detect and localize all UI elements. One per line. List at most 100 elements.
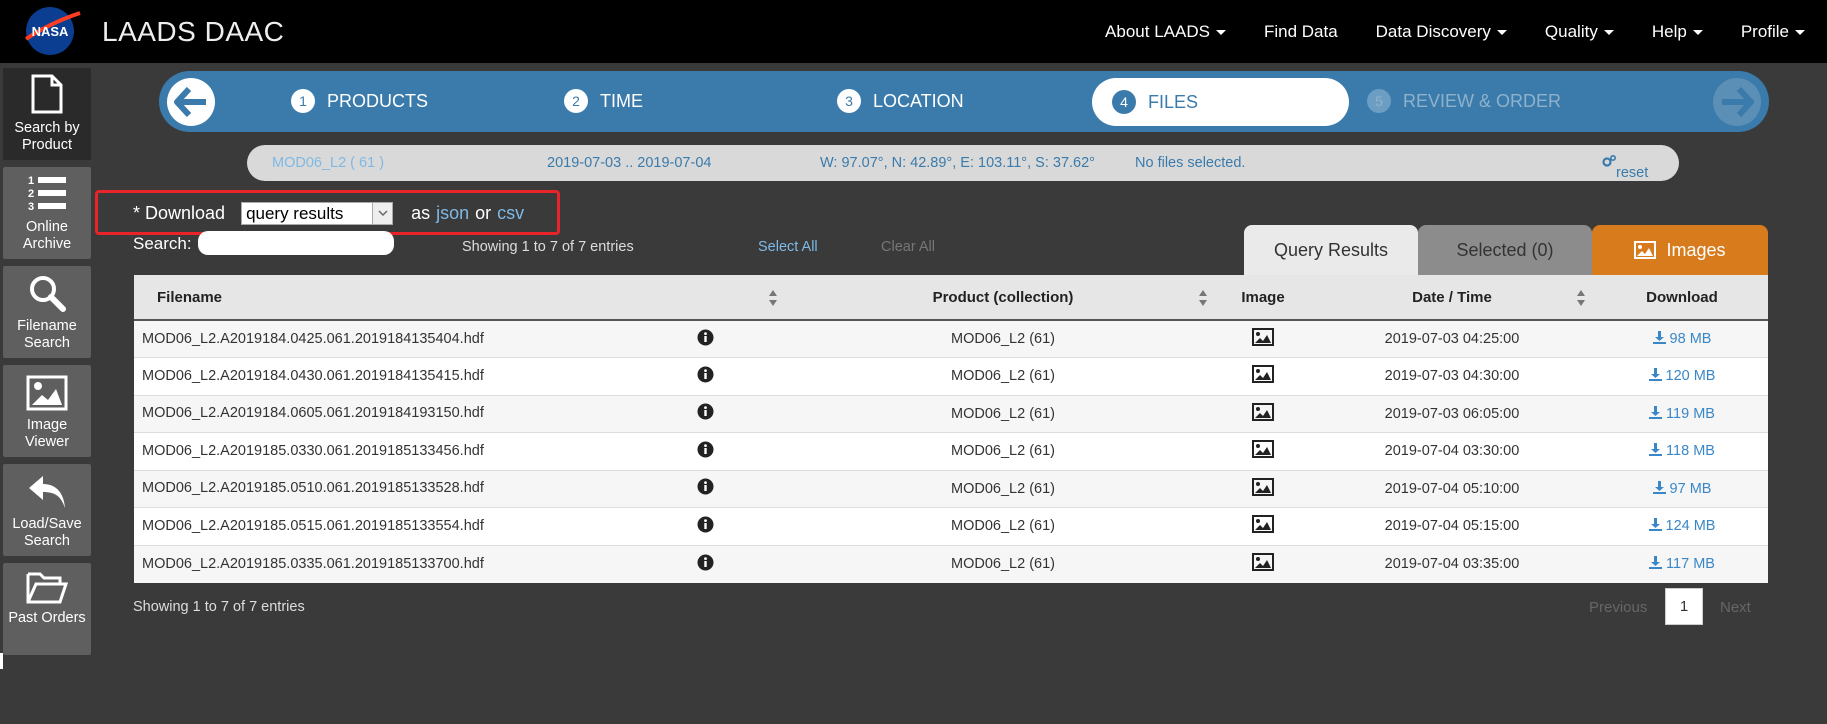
- sidebar-item-filename-search[interactable]: Filename Search: [3, 266, 91, 358]
- filename-cell: MOD06_L2.A2019184.0605.061.2019184193150…: [134, 394, 788, 433]
- nav-profile[interactable]: Profile: [1741, 22, 1805, 42]
- info-icon[interactable]: [697, 366, 714, 387]
- image-preview-icon[interactable]: [1252, 402, 1274, 425]
- info-icon[interactable]: [697, 403, 714, 424]
- app-title[interactable]: LAADS DAAC: [102, 16, 284, 48]
- tab-images-label: Images: [1666, 239, 1726, 260]
- sidebar-item-load-save-search[interactable]: Load/Save Search: [3, 464, 91, 556]
- product-cell: MOD06_L2 (61): [788, 507, 1218, 545]
- image-cell: [1218, 507, 1308, 545]
- json-link[interactable]: json: [436, 203, 469, 224]
- image-cell: [1218, 319, 1308, 358]
- results-table: Filename Product (collection) Image Date…: [134, 275, 1768, 583]
- caret-down-icon: [1496, 29, 1507, 35]
- nav-quality[interactable]: Quality: [1545, 22, 1614, 42]
- csv-link[interactable]: csv: [497, 203, 524, 224]
- image-preview-icon[interactable]: [1252, 440, 1274, 462]
- search-summary-bar: MOD06_L2 ( 61 ) 2019-07-03 .. 2019-07-04…: [247, 145, 1679, 181]
- datetime-cell: 2019-07-04 03:30:00: [1308, 432, 1596, 470]
- table-row[interactable]: MOD06_L2.A2019185.0510.061.2019185133528…: [134, 469, 1768, 508]
- info-icon[interactable]: [697, 478, 714, 499]
- image-preview-icon[interactable]: [1252, 553, 1274, 575]
- download-link[interactable]: 120 MB: [1596, 357, 1768, 395]
- download-icon: [1649, 405, 1666, 422]
- select-all-button[interactable]: Select All: [758, 239, 818, 255]
- search-input[interactable]: [198, 231, 394, 255]
- sidebar-item-search-by-product[interactable]: Search by Product: [3, 68, 91, 160]
- datetime-cell: 2019-07-03 06:05:00: [1308, 394, 1596, 433]
- step-wizard: 1 PRODUCTS 2 TIME 3 LOCATION 4 FILES 5 REVIEW…: [159, 71, 1769, 132]
- nav-about-laads[interactable]: About LAADS: [1105, 22, 1226, 42]
- caret-down-icon: [1603, 29, 1614, 35]
- sidebar-label: Search: [24, 335, 70, 351]
- numbered-list-icon: 1 2 3: [28, 175, 66, 213]
- tab-images[interactable]: Images: [1592, 225, 1768, 275]
- logo-text: NASA: [32, 24, 69, 39]
- reset-button[interactable]: reset: [1602, 154, 1648, 181]
- folder-icon: [26, 572, 68, 604]
- summary-dates[interactable]: 2019-07-03 .. 2019-07-04: [547, 155, 711, 171]
- nav-find-data[interactable]: Find Data: [1264, 22, 1338, 42]
- info-icon[interactable]: [697, 554, 714, 575]
- table-row[interactable]: MOD06_L2.A2019185.0335.061.2019185133700…: [134, 544, 1768, 583]
- info-icon[interactable]: [697, 329, 714, 350]
- nav-help[interactable]: Help: [1652, 22, 1703, 42]
- download-icon: [1649, 443, 1666, 459]
- gears-icon: [1602, 154, 1617, 167]
- table-row[interactable]: MOD06_L2.A2019184.0430.061.2019184135415…: [134, 357, 1768, 395]
- image-preview-icon[interactable]: [1252, 477, 1274, 500]
- col-datetime[interactable]: Date / Time: [1308, 275, 1596, 321]
- table-row[interactable]: MOD06_L2.A2019184.0425.061.2019184135404…: [134, 319, 1768, 358]
- summary-product[interactable]: MOD06_L2 ( 61 ): [272, 155, 384, 171]
- image-preview-icon[interactable]: [1252, 328, 1274, 350]
- page-1-button[interactable]: 1: [1665, 588, 1703, 625]
- step-label: REVIEW & ORDER: [1403, 90, 1562, 111]
- sidebar-item-past-orders[interactable]: Past Orders: [3, 563, 91, 655]
- back-button[interactable]: [167, 78, 215, 126]
- product-cell: MOD06_L2 (61): [788, 319, 1218, 358]
- download-scope-select[interactable]: query results: [241, 202, 394, 225]
- download-link[interactable]: 97 MB: [1596, 469, 1768, 508]
- step-review-order: 5 REVIEW & ORDER: [1367, 89, 1561, 113]
- step-number: 1: [291, 89, 315, 113]
- step-number: 4: [1112, 90, 1136, 114]
- download-link[interactable]: 117 MB: [1596, 544, 1768, 583]
- previous-page-button: Previous: [1589, 599, 1648, 616]
- step-products[interactable]: 1 PRODUCTS: [291, 89, 428, 113]
- caret-down-icon: [1692, 29, 1703, 35]
- summary-location[interactable]: W: 97.07°, N: 42.89°, E: 103.11°, S: 37.…: [820, 155, 1095, 171]
- next-button: [1713, 78, 1761, 126]
- download-link[interactable]: 118 MB: [1596, 432, 1768, 470]
- product-cell: MOD06_L2 (61): [788, 357, 1218, 395]
- svg-text:1: 1: [28, 175, 34, 187]
- download-icon: [1648, 368, 1666, 384]
- info-icon[interactable]: [697, 516, 714, 537]
- col-product[interactable]: Product (collection): [788, 275, 1218, 321]
- sidebar-item-image-viewer[interactable]: Image Viewer: [3, 365, 91, 457]
- step-time[interactable]: 2 TIME: [564, 89, 643, 113]
- picture-icon: [26, 375, 68, 411]
- or-label: or: [475, 203, 492, 223]
- download-link[interactable]: 124 MB: [1596, 507, 1768, 545]
- sort-icon: [769, 290, 777, 306]
- image-preview-icon[interactable]: [1252, 365, 1274, 387]
- info-icon[interactable]: [697, 441, 714, 462]
- tab-selected[interactable]: Selected (0): [1418, 225, 1592, 275]
- table-row[interactable]: MOD06_L2.A2019185.0515.061.2019185133554…: [134, 507, 1768, 545]
- arrow-left-icon: [174, 87, 206, 117]
- download-link[interactable]: 119 MB: [1596, 394, 1768, 433]
- image-preview-icon[interactable]: [1252, 515, 1274, 537]
- step-files[interactable]: 4 FILES: [1092, 78, 1349, 126]
- col-image: Image: [1218, 275, 1308, 321]
- table-row[interactable]: MOD06_L2.A2019185.0330.061.2019185133456…: [134, 432, 1768, 470]
- sidebar-item-online-archive[interactable]: 1 2 3 Online Archive: [3, 167, 91, 259]
- nav-data-discovery[interactable]: Data Discovery: [1376, 22, 1507, 42]
- table-row[interactable]: MOD06_L2.A2019184.0605.061.2019184193150…: [134, 394, 1768, 433]
- tab-query-results[interactable]: Query Results: [1244, 225, 1418, 275]
- download-link[interactable]: 98 MB: [1596, 319, 1768, 358]
- sidebar-label: Past Orders: [8, 610, 86, 626]
- col-filename[interactable]: Filename: [134, 275, 788, 321]
- nasa-logo[interactable]: NASA: [22, 5, 82, 57]
- filename-cell: MOD06_L2.A2019184.0425.061.2019184135404…: [134, 319, 788, 358]
- step-location[interactable]: 3 LOCATION: [837, 89, 964, 113]
